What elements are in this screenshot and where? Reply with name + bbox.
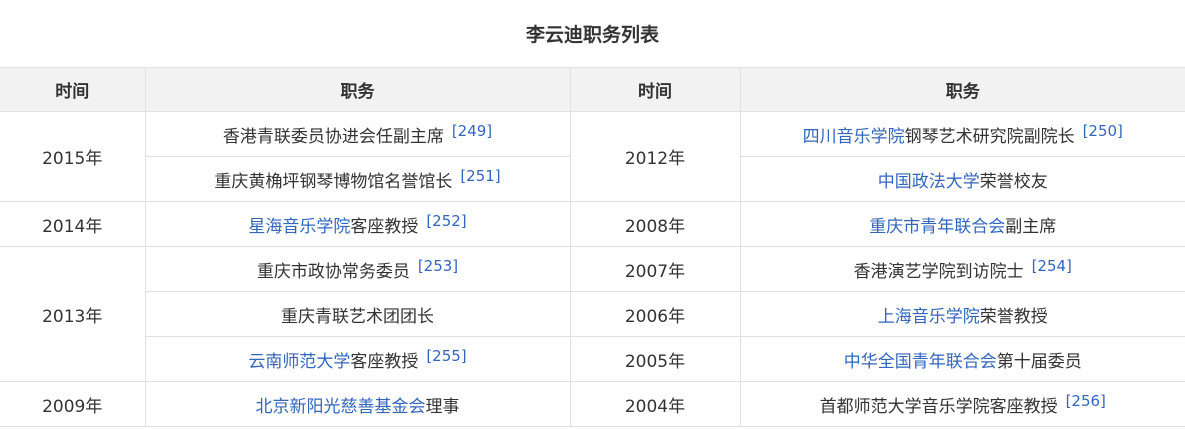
table-row: 重庆青联艺术团团长 2006年 上海音乐学院荣誉教授 [0,291,1185,337]
header-row: 时间 职务 时间 职务 [0,67,1185,112]
role-text: 重庆青联艺术团团长 [281,306,434,327]
role-cell: 重庆青联艺术团团长 [145,291,571,337]
role-cell: 四川音乐学院钢琴艺术研究院副院长 [250] [739,111,1185,157]
role-cell: 香港青联委员协进会任副主席 [249] [144,111,571,157]
year-cell: 2007年 [569,246,741,292]
role-cell: 上海音乐学院荣誉教授 [739,291,1185,337]
role-text: 荣誉校友 [979,171,1048,192]
table-title: 李云迪职务列表 [525,24,659,46]
citation-link[interactable]: [256] [1066,392,1106,410]
year-cell: 2013年 [0,246,146,382]
role-link[interactable]: 重庆市青年联合会 [869,217,1005,237]
role-link[interactable]: 星海音乐学院 [248,217,350,237]
table-row: 云南师范大学客座教授 [255] 2005年 中华全国青年联合会第十届委员 [0,336,1185,382]
role-cell: 中华全国青年联合会第十届委员 [739,336,1185,382]
role-text: 副主席 [1005,216,1057,237]
year-cell: 2015年 [0,111,146,202]
citation-link[interactable]: [253] [418,257,458,275]
role-text: 钢琴艺术研究院副院长 [904,126,1075,147]
header-role-left: 职务 [144,67,571,112]
table-row: 2015年 香港青联委员协进会任副主席 [249] 2012年 四川音乐学院钢琴艺… [0,111,1185,202]
role-cell: 香港演艺学院到访院士 [254] [739,246,1185,292]
role-text: 第十届委员 [996,351,1082,372]
role-cell: 重庆市青年联合会副主席 [739,201,1185,247]
citation-link[interactable]: [249] [452,122,492,140]
role-link[interactable]: 四川音乐学院 [803,127,905,147]
role-cell: 北京新阳光慈善基金会理事 [144,381,571,427]
year-cell: 2005年 [569,336,741,382]
table-row: 2014年 星海音乐学院客座教授 [252] 2008年 重庆市青年联合会副主席 [0,201,1185,247]
role-cell: 首都师范大学音乐学院客座教授 [256] [739,381,1185,427]
header-time-left: 时间 [0,67,146,112]
role-text: 客座教授 [350,351,419,372]
role-text: 重庆黄桷坪钢琴博物馆名誉馆长 [214,171,453,192]
role-cell: 云南师范大学客座教授 [255] [145,336,571,382]
role-cell: 重庆市政协常务委员 [253] [144,246,571,292]
role-text: 荣誉教授 [979,306,1048,327]
role-link[interactable]: 中国政法大学 [878,172,980,192]
role-text: 理事 [425,396,460,417]
year-cell: 2006年 [569,291,741,337]
role-cell: 重庆黄桷坪钢琴博物馆名誉馆长 [251] [145,156,571,202]
role-text: 客座教授 [350,216,419,237]
positions-table: 时间 职务 时间 职务 2015年 香港青联委员协进会任副主席 [249] 201… [0,67,1185,427]
year-cell: 2004年 [569,381,741,427]
citation-link[interactable]: [252] [426,212,466,230]
citation-link[interactable]: [255] [426,347,466,365]
year-cell: 2008年 [569,201,741,247]
year-cell: 2012年 [569,111,741,202]
year-cell: 2009年 [0,381,146,427]
year-cell: 2014年 [0,201,146,247]
header-role-right: 职务 [739,67,1185,112]
header-time-right: 时间 [569,67,741,112]
citation-link[interactable]: [250] [1083,122,1123,140]
role-text: 香港青联委员协进会任副主席 [222,126,444,147]
table-row: 2013年 重庆市政协常务委员 [253] 2007年 香港演艺学院到访院士 [25… [0,246,1185,382]
role-cell: 星海音乐学院客座教授 [252] [144,201,571,247]
role-text: 首都师范大学音乐学院客座教授 [819,396,1058,417]
role-link[interactable]: 中华全国青年联合会 [844,352,997,372]
table-row: 2009年 北京新阳光慈善基金会理事 2004年 首都师范大学音乐学院客座教授 [… [0,381,1185,427]
citation-link[interactable]: [254] [1032,257,1072,275]
citation-link[interactable]: [251] [460,167,500,185]
role-link[interactable]: 云南师范大学 [248,352,350,372]
role-link[interactable]: 北京新阳光慈善基金会 [256,397,426,417]
role-text: 香港演艺学院到访院士 [853,261,1024,282]
role-link[interactable]: 上海音乐学院 [878,307,980,327]
role-text: 重庆市政协常务委员 [256,261,410,282]
role-cell: 中国政法大学荣誉校友 [739,156,1185,202]
